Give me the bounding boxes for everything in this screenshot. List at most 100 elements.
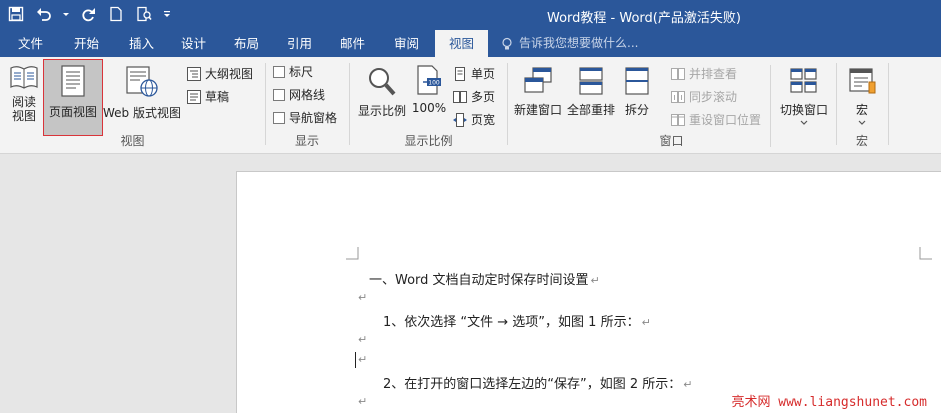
document-paragraph: ↵ bbox=[356, 332, 367, 347]
one-page-label: 单页 bbox=[471, 67, 496, 81]
document-paragraph: 1、依次选择 “文件 → 选项”，如图 1 所示： ↵ bbox=[383, 311, 651, 330]
page-width-icon bbox=[453, 113, 467, 127]
synchronous-scrolling-button[interactable]: 同步滚动 bbox=[671, 87, 737, 107]
macros-label: 宏 bbox=[855, 103, 868, 117]
reset-window-position-button[interactable]: 重设窗口位置 bbox=[671, 110, 761, 130]
document-paragraph: ↵ bbox=[356, 394, 367, 409]
paragraph-mark: ↵ bbox=[683, 378, 693, 391]
tab-home[interactable]: 开始 bbox=[64, 30, 109, 57]
nav-pane-label: 导航窗格 bbox=[289, 111, 338, 125]
zoom-100-label: 100% bbox=[411, 101, 447, 115]
chevron-down-icon bbox=[858, 120, 866, 125]
multiple-pages-icon bbox=[453, 91, 467, 103]
tab-design[interactable]: 设计 bbox=[171, 30, 216, 57]
outline-icon bbox=[187, 67, 201, 81]
paragraph-mark: ↵ bbox=[358, 353, 368, 366]
document-heading: 一、Word 文档自动定时保存时间设置 ↵ bbox=[369, 269, 600, 288]
heading-text: 一、Word 文档自动定时保存时间设置 bbox=[369, 273, 589, 288]
customize-qat-icon[interactable] bbox=[162, 4, 172, 24]
print-layout-icon bbox=[61, 65, 85, 97]
views-group-label: 视图 bbox=[120, 134, 145, 148]
print-layout-button[interactable]: 页面视图 bbox=[43, 59, 103, 136]
window-group-label: 窗口 bbox=[659, 134, 684, 148]
switch-windows-icon bbox=[790, 68, 817, 93]
paragraph-mark: ↵ bbox=[358, 333, 368, 346]
new-window-button[interactable]: 新建窗口 bbox=[511, 61, 565, 129]
gridlines-label: 网格线 bbox=[289, 88, 326, 102]
outline-button[interactable]: 大纲视图 bbox=[187, 64, 253, 84]
one-page-button[interactable]: 单页 bbox=[453, 64, 495, 84]
undo-dropdown-icon[interactable] bbox=[62, 4, 70, 24]
switch-windows-label: 切换窗口 bbox=[779, 103, 828, 117]
macros-group: 宏 宏 bbox=[837, 59, 887, 151]
macros-button[interactable]: 宏 bbox=[840, 61, 884, 133]
quick-access-toolbar bbox=[6, 4, 172, 24]
switch-windows-button[interactable]: 切换窗口 bbox=[776, 61, 832, 133]
view-side-by-side-button[interactable]: 并排查看 bbox=[671, 64, 737, 84]
tab-insert[interactable]: 插入 bbox=[119, 30, 164, 57]
document-paragraph: ↵ bbox=[356, 290, 367, 305]
read-mode-label: 阅读 视图 bbox=[11, 95, 36, 123]
reset-position-label: 重设窗口位置 bbox=[689, 113, 762, 127]
zoom-button[interactable]: 显示比例 bbox=[354, 61, 410, 129]
macros-group-label: 宏 bbox=[855, 134, 868, 148]
document-paragraph: ↵ bbox=[356, 352, 367, 367]
tell-me-box[interactable]: 告诉我您想要做什么... bbox=[500, 30, 638, 57]
split-button[interactable]: 拆分 bbox=[617, 61, 657, 129]
tab-references[interactable]: 引用 bbox=[277, 30, 322, 57]
tab-view[interactable]: 视图 bbox=[435, 30, 489, 57]
lightbulb-icon bbox=[502, 37, 512, 49]
read-mode-icon bbox=[10, 66, 38, 89]
print-layout-label: 页面视图 bbox=[48, 105, 97, 119]
new-document-icon[interactable] bbox=[106, 4, 126, 24]
chevron-down-icon bbox=[800, 120, 808, 125]
document-paragraph: 2、在打开的窗口选择左边的“保存”，如图 2 所示： ↵ bbox=[383, 373, 693, 392]
paragraph-mark: ↵ bbox=[358, 395, 368, 408]
arrange-all-icon bbox=[579, 67, 603, 95]
tab-layout[interactable]: 布局 bbox=[224, 30, 269, 57]
zoom-100-button[interactable]: 100 100% bbox=[410, 61, 448, 129]
draft-button[interactable]: 草稿 bbox=[187, 87, 229, 107]
document-area[interactable]: 一、Word 文档自动定时保存时间设置 ↵ ↵ 1、依次选择 “文件 → 选项”，… bbox=[0, 154, 941, 413]
side-by-side-icon bbox=[671, 68, 685, 80]
gridlines-check-box[interactable] bbox=[273, 89, 285, 101]
read-mode-button[interactable]: 阅读 视图 bbox=[4, 61, 44, 129]
nav-pane-checkbox[interactable]: 导航窗格 bbox=[273, 108, 337, 128]
ruler-label: 标尺 bbox=[289, 65, 314, 79]
undo-icon[interactable] bbox=[34, 4, 54, 24]
magnifier-icon bbox=[369, 68, 396, 96]
arrange-all-label: 全部重排 bbox=[566, 103, 615, 117]
outline-label: 大纲视图 bbox=[205, 67, 254, 81]
tab-mailings[interactable]: 邮件 bbox=[330, 30, 375, 57]
tell-me-placeholder: 告诉我您想要做什么... bbox=[519, 36, 639, 50]
multiple-pages-button[interactable]: 多页 bbox=[453, 87, 495, 107]
paragraph-mark: ↵ bbox=[358, 291, 368, 304]
document-page[interactable]: 一、Word 文档自动定时保存时间设置 ↵ ↵ 1、依次选择 “文件 → 选项”，… bbox=[236, 171, 941, 413]
page-width-button[interactable]: 页宽 bbox=[453, 110, 495, 130]
site-watermark: 亮术网 www.liangshunet.com bbox=[731, 395, 927, 410]
web-layout-button[interactable]: Web 版式视图 bbox=[102, 61, 182, 129]
save-icon[interactable] bbox=[6, 4, 26, 24]
ruler-checkbox[interactable]: 标尺 bbox=[273, 62, 313, 82]
split-label: 拆分 bbox=[624, 103, 649, 117]
arrange-all-button[interactable]: 全部重排 bbox=[565, 61, 617, 129]
redo-icon[interactable] bbox=[78, 4, 98, 24]
one-page-icon bbox=[455, 67, 465, 81]
zoom-100-icon: 100 bbox=[417, 65, 441, 95]
margin-corner-mark bbox=[346, 247, 359, 260]
show-group: 标尺 网格线 导航窗格 显示 bbox=[266, 59, 348, 151]
zoom-label: 显示比例 bbox=[357, 104, 406, 118]
ruler-check-box[interactable] bbox=[273, 66, 285, 78]
show-group-label: 显示 bbox=[294, 134, 319, 148]
paragraph-mark: ↵ bbox=[641, 316, 651, 329]
nav-pane-check-box[interactable] bbox=[273, 112, 285, 124]
print-preview-icon[interactable] bbox=[134, 4, 154, 24]
views-group: 阅读 视图 页面视图 Web 版式视图 大纲视图 草稿 视图 bbox=[0, 59, 265, 151]
new-window-label: 新建窗口 bbox=[513, 103, 562, 117]
tab-file[interactable]: 文件 bbox=[8, 30, 53, 57]
reset-position-icon bbox=[671, 114, 685, 126]
page-width-label: 页宽 bbox=[471, 113, 496, 127]
paragraph-mark: ↵ bbox=[590, 274, 600, 287]
gridlines-checkbox[interactable]: 网格线 bbox=[273, 85, 325, 105]
tab-review[interactable]: 审阅 bbox=[384, 30, 429, 57]
